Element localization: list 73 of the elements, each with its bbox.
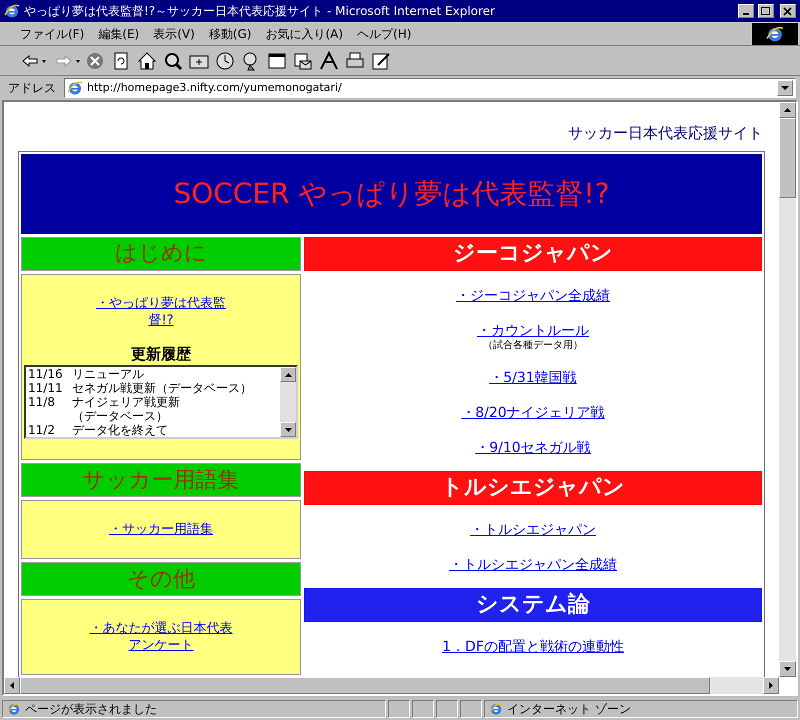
banner: SOCCER やっぱり夢は代表監督!? [21, 154, 762, 234]
menu-item[interactable]: お気に入り(A) [261, 24, 348, 42]
e-logo-icon [766, 24, 784, 42]
left-arrow-icon [10, 682, 14, 689]
browser-icon [4, 3, 20, 19]
menu-item[interactable]: 表示(V) [149, 24, 199, 42]
zone-text: インターネット ゾーン [507, 701, 631, 718]
link-note: （試合各種データ用） [483, 340, 583, 352]
maximize-button[interactable] [758, 4, 774, 18]
nav-link[interactable]: ・トルシエジャパン [470, 520, 596, 538]
status-pane [412, 700, 434, 718]
address-field[interactable]: http://homepage3.nifty.com/yumemonogatari/ [64, 78, 796, 98]
history-listbox[interactable]: 11/16 リニューアル 11/11 セネガル戦更新（データベース） 11/8 ナイジェリア戦更新 （データベース） 11/2 データ化を終えて [24, 365, 298, 439]
nav-link[interactable]: ・8/20ナイジェリア戦 [461, 404, 605, 422]
status-text: ページが表示されました [25, 701, 157, 718]
nav-link[interactable]: ・トルシエジャパン全成績 [449, 556, 617, 574]
nav-link[interactable]: ・9/10セネガル戦 [475, 438, 591, 456]
history-text: データ化を終えて [72, 423, 168, 437]
close-icon [783, 6, 793, 16]
menu-item[interactable]: 移動(G) [204, 24, 256, 42]
font-size-icon[interactable] [318, 50, 340, 72]
page-icon [7, 702, 21, 716]
listbox-scrollbar[interactable] [280, 367, 296, 437]
horizontal-scrollbar[interactable] [4, 677, 779, 694]
history-title: 更新履歴 [131, 344, 191, 364]
minimize-icon [743, 12, 749, 14]
nav-link[interactable]: ・カウントルール [477, 322, 589, 340]
home-icon[interactable] [136, 50, 158, 72]
address-label: アドレス [7, 80, 57, 97]
nav-link[interactable]: ・あなたが選ぶ日本代表アンケート [86, 620, 236, 654]
history-text: （データベース） [72, 409, 169, 423]
down-arrow-icon [784, 667, 791, 671]
history-date: 11/8 [28, 395, 56, 411]
status-pane [436, 700, 458, 718]
status-pane [388, 700, 410, 718]
nav-link[interactable]: ・ジーコジャパン全成績 [456, 286, 610, 304]
history-text: ナイジェリア戦更新 [72, 395, 180, 409]
up-arrow-icon [784, 108, 791, 112]
section-heading: システム論 [304, 588, 762, 622]
menu-item[interactable]: 編集(E) [94, 24, 144, 42]
close-button[interactable] [780, 4, 796, 18]
section-heading: ジーコジャパン [304, 236, 762, 270]
down-arrow-icon [284, 428, 292, 432]
menu-item[interactable]: ファイル(F) [16, 24, 88, 42]
nav-link[interactable]: ・やっぱり夢は代表監督!? [86, 294, 236, 328]
nav-link[interactable]: 1．DFの配置と戦術の連動性 [442, 638, 624, 656]
status-pane [460, 700, 482, 718]
dropdown-button[interactable] [777, 80, 793, 96]
history-date: 11/16 [28, 367, 64, 381]
history-text: リニューアル [72, 367, 144, 381]
history-date: 11/11 [28, 381, 64, 395]
globe-e-icon [489, 702, 503, 716]
page-icon [67, 80, 83, 96]
up-arrow-icon [284, 372, 292, 376]
history-text: セネガル戦更新（データベース） [72, 381, 252, 395]
scrollbar-thumb[interactable] [779, 118, 796, 198]
right-arrow-icon [769, 682, 773, 689]
section-heading: サッカー用語集 [21, 463, 301, 497]
nav-link[interactable]: ・5/31韓国戦 [489, 368, 577, 386]
site-label: サッカー日本代表応援サイト [567, 123, 764, 144]
vertical-scrollbar[interactable] [779, 102, 796, 677]
clock-icon[interactable] [214, 50, 236, 72]
caret-down-icon [781, 86, 789, 90]
maximize-icon [761, 6, 771, 16]
section-heading: はじめに [21, 236, 301, 270]
nav-link[interactable]: ・サッカー用語集 [109, 521, 213, 538]
section-heading: トルシエジャパン [304, 470, 762, 504]
window-title: やっぱり夢は代表監督!?～サッカー日本代表応援サイト - Microsoft Internet Explorer [24, 3, 496, 20]
minimize-button[interactable] [738, 4, 754, 18]
history-date: 11/2 [28, 423, 56, 437]
address-text: http://homepage3.nifty.com/yumemonogatari/ [87, 80, 343, 96]
menu-item[interactable]: ヘルプ(H) [353, 24, 416, 42]
section-heading: その他 [21, 562, 301, 596]
